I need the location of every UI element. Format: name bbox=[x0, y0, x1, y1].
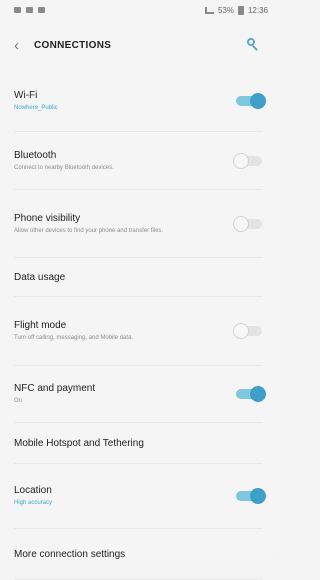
notification-icon bbox=[14, 7, 21, 13]
setting-label: Data usage bbox=[14, 271, 66, 283]
setting-text: Bluetooth Connect to nearby Bluetooth dev… bbox=[14, 150, 114, 172]
setting-label: NFC and payment bbox=[14, 383, 96, 394]
notification-icon bbox=[38, 7, 45, 13]
notification-icon bbox=[26, 7, 33, 13]
setting-row-phone-visibility[interactable]: Phone visibility Allow other devices to f… bbox=[14, 190, 262, 258]
settings-list: Wi-Fi Nowhere_Public Bluetooth Connect to n… bbox=[0, 70, 276, 580]
setting-subtitle: High accuracy bbox=[14, 500, 53, 506]
status-time: 12:36 bbox=[247, 5, 268, 15]
setting-row-data-usage[interactable]: Data usage bbox=[14, 258, 262, 297]
status-bar: 53% 12:36 bbox=[0, 0, 276, 20]
bluetooth-toggle[interactable] bbox=[233, 152, 262, 169]
setting-label: Phone visibility bbox=[14, 212, 81, 224]
nfc-payment-toggle[interactable] bbox=[236, 386, 266, 402]
signal-icon bbox=[204, 6, 214, 14]
setting-text: Mobile Hotspot and Tethering bbox=[14, 438, 144, 449]
setting-text: Phone visibility Allow other devices to f… bbox=[14, 213, 163, 235]
back-arrow-icon[interactable]: ‹ bbox=[14, 37, 34, 54]
setting-row-hotspot[interactable]: Mobile Hotspot and Tethering bbox=[14, 423, 262, 464]
toggle-knob bbox=[250, 488, 266, 504]
setting-row-flight-mode[interactable]: Flight mode Turn off calling, messaging, … bbox=[14, 297, 262, 366]
flight-mode-toggle[interactable] bbox=[233, 323, 262, 339]
setting-label: Wi-Fi bbox=[14, 89, 38, 101]
toggle-knob bbox=[233, 152, 249, 169]
setting-row-location[interactable]: Location High accuracy bbox=[14, 464, 266, 529]
setting-text: More connection settings bbox=[14, 549, 125, 560]
setting-row-more-connection[interactable]: More connection settings bbox=[14, 529, 262, 580]
status-right: 53% 12:36 bbox=[204, 5, 268, 15]
toggle-knob bbox=[250, 386, 266, 402]
notification-icons bbox=[14, 7, 45, 13]
setting-text: Flight mode Turn off calling, messaging, … bbox=[14, 320, 133, 342]
battery-icon bbox=[237, 5, 244, 15]
battery-percentage: 53% bbox=[217, 5, 234, 15]
phone-visibility-toggle[interactable] bbox=[233, 215, 262, 232]
wifi-toggle[interactable] bbox=[236, 92, 266, 109]
connections-screen: 53% 12:36 ‹ CONNECTIONS Wi-Fi Nowhere_Pub… bbox=[0, 0, 276, 580]
setting-label: Bluetooth bbox=[14, 149, 57, 161]
toggle-knob bbox=[250, 92, 266, 109]
toggle-knob bbox=[233, 323, 249, 339]
setting-text: NFC and payment On bbox=[14, 383, 95, 405]
setting-label: Flight mode bbox=[14, 320, 67, 331]
setting-subtitle: Nowhere_Public bbox=[14, 104, 58, 111]
page-title: CONNECTIONS bbox=[34, 39, 112, 51]
setting-subtitle: Turn off calling, messaging, and Mobile … bbox=[14, 335, 134, 341]
search-icon[interactable] bbox=[244, 36, 262, 54]
setting-row-nfc-payment[interactable]: NFC and payment On bbox=[14, 366, 266, 423]
setting-row-bluetooth[interactable]: Bluetooth Connect to nearby Bluetooth dev… bbox=[14, 132, 262, 190]
setting-text: Data usage bbox=[14, 272, 65, 283]
setting-text: Wi-Fi Nowhere_Public bbox=[14, 90, 58, 112]
app-header: ‹ CONNECTIONS bbox=[0, 20, 276, 70]
setting-text: Location High accuracy bbox=[14, 485, 52, 507]
setting-subtitle: On bbox=[14, 398, 23, 404]
setting-label: More connection settings bbox=[14, 548, 126, 560]
location-toggle[interactable] bbox=[236, 488, 266, 504]
setting-label: Location bbox=[14, 485, 52, 496]
setting-subtitle: Connect to nearby Bluetooth devices. bbox=[14, 164, 114, 171]
toggle-knob bbox=[233, 215, 249, 232]
setting-row-wifi[interactable]: Wi-Fi Nowhere_Public bbox=[14, 70, 266, 132]
setting-label: Mobile Hotspot and Tethering bbox=[14, 437, 144, 449]
setting-subtitle: Allow other devices to find your phone a… bbox=[14, 227, 164, 234]
